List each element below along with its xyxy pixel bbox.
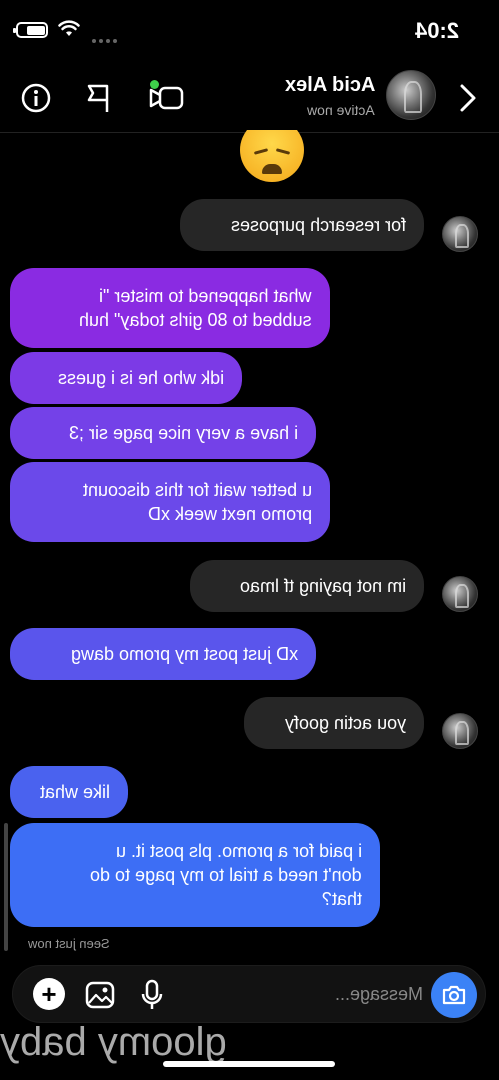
watermark: gloomy baby [0, 1020, 227, 1064]
signal-icon [92, 30, 120, 48]
microphone-icon[interactable] [137, 979, 167, 1010]
message-bubble[interactable]: like what [10, 766, 128, 818]
message-text: don't need a trial to my page to do [90, 865, 362, 885]
message-bubble[interactable]: for research purposes [180, 199, 424, 251]
message-composer[interactable]: + Message... [12, 965, 486, 1023]
message-bubble[interactable]: what happened to mister "i subbed to 80 … [10, 268, 330, 348]
message-text: for research purposes [230, 215, 406, 235]
message-bubble[interactable]: u better wait for this discount promo ne… [10, 462, 330, 542]
scrollbar[interactable] [4, 823, 8, 951]
battery-icon [13, 22, 48, 38]
message-bubble[interactable]: im not paying tf lmao [190, 560, 424, 612]
sender-avatar [442, 576, 478, 612]
gallery-icon[interactable] [85, 980, 115, 1010]
info-icon[interactable] [18, 80, 54, 116]
contact-avatar[interactable] [386, 70, 436, 120]
message-bubble[interactable]: i paid for a promo. pls post it. u don't… [10, 823, 380, 927]
home-indicator [163, 1061, 335, 1067]
message-text: idk who he is i guess [57, 368, 224, 388]
add-icon[interactable]: + [33, 978, 65, 1010]
message-text: subbed to 80 girls today" huh [79, 310, 312, 330]
status-time: 2:04 [414, 18, 459, 43]
message-text: what happened to mister "i [99, 286, 312, 306]
sender-avatar [442, 713, 478, 749]
contact-name[interactable]: Acid Alex [285, 74, 375, 97]
message-text: im not paying tf lmao [239, 576, 406, 596]
active-dot [150, 80, 159, 89]
camera-icon[interactable] [431, 972, 477, 1018]
chat-header: Acid Alex Active now [0, 62, 499, 133]
message-text: that? [321, 889, 362, 909]
message-text: promo next week xD [147, 504, 312, 524]
message-text: i paid for a promo. pls post it. u [115, 841, 362, 861]
weary-face-emoji [240, 130, 304, 182]
status-bar: 2:04 [0, 0, 499, 62]
back-chevron-icon[interactable] [450, 80, 486, 116]
seen-label: Seen just now [28, 936, 110, 951]
message-text: i have a very nice page sir ;3 [68, 423, 298, 443]
message-text: u better wait for this discount [82, 480, 312, 500]
message-bubble[interactable]: idk who he is i guess [10, 352, 242, 404]
message-input[interactable]: Message... [335, 984, 423, 1005]
message-text: like what [39, 782, 110, 802]
flag-icon[interactable] [80, 80, 116, 116]
contact-status: Active now [307, 102, 375, 118]
sender-avatar [442, 216, 478, 252]
message-bubble[interactable]: you actin goofy [244, 697, 424, 749]
message-text: you actin goofy [284, 713, 406, 733]
message-text: xD just post my promo dawg [70, 644, 298, 664]
wifi-icon [58, 20, 80, 36]
message-bubble[interactable]: xD just post my promo dawg [10, 628, 316, 680]
message-bubble[interactable]: i have a very nice page sir ;3 [10, 407, 316, 459]
